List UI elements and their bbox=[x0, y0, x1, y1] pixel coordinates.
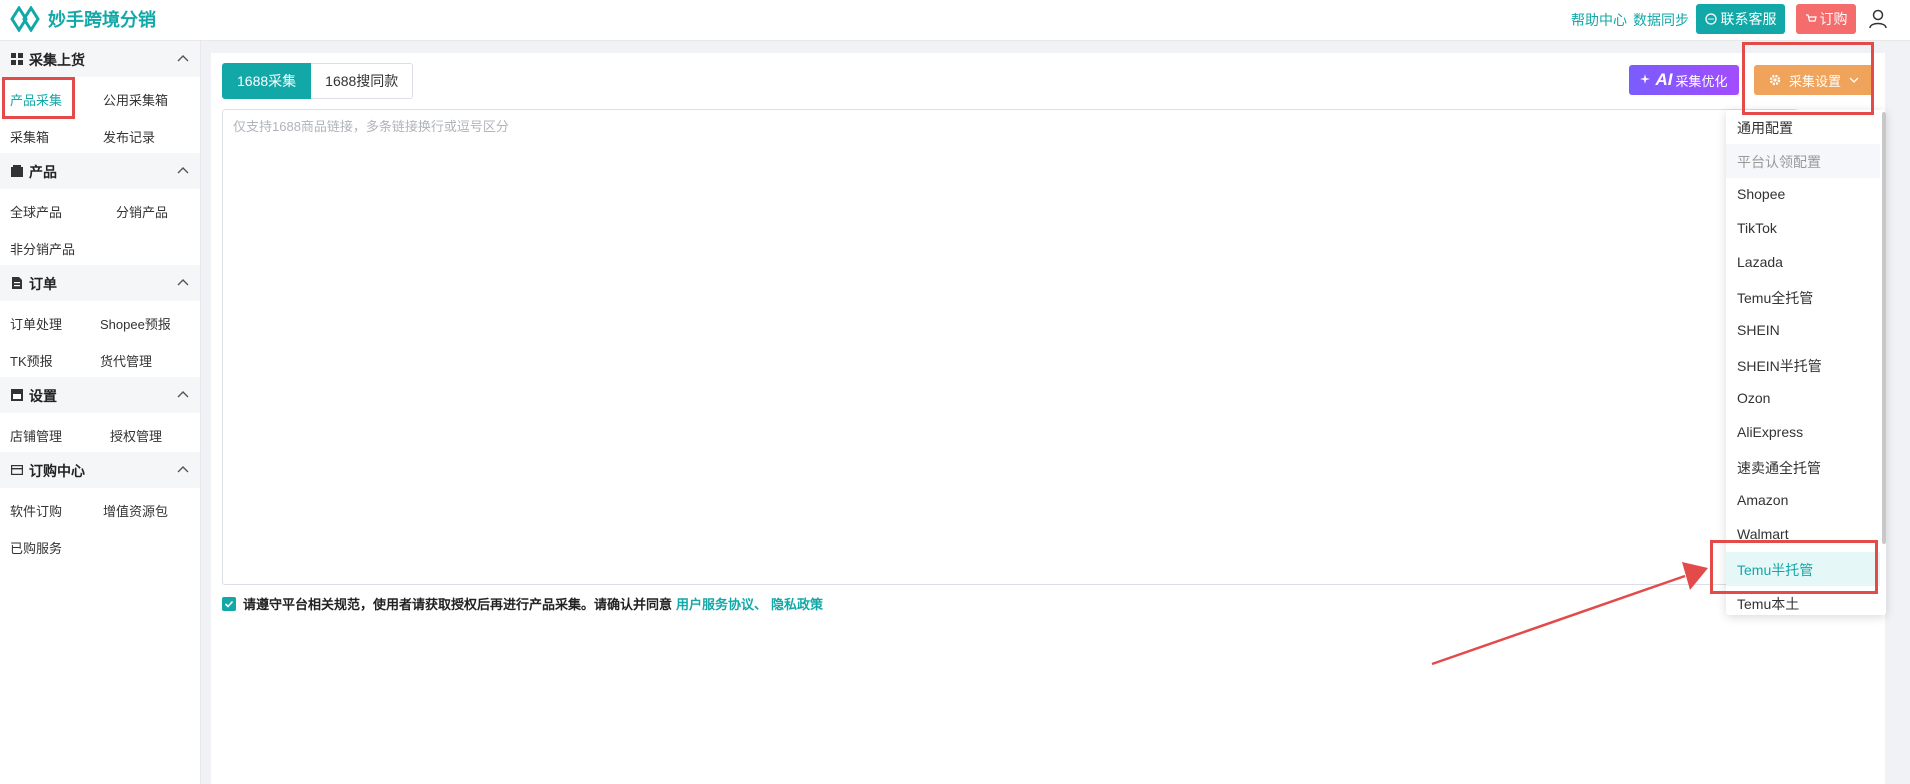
annotation-arrow bbox=[1431, 562, 1708, 666]
